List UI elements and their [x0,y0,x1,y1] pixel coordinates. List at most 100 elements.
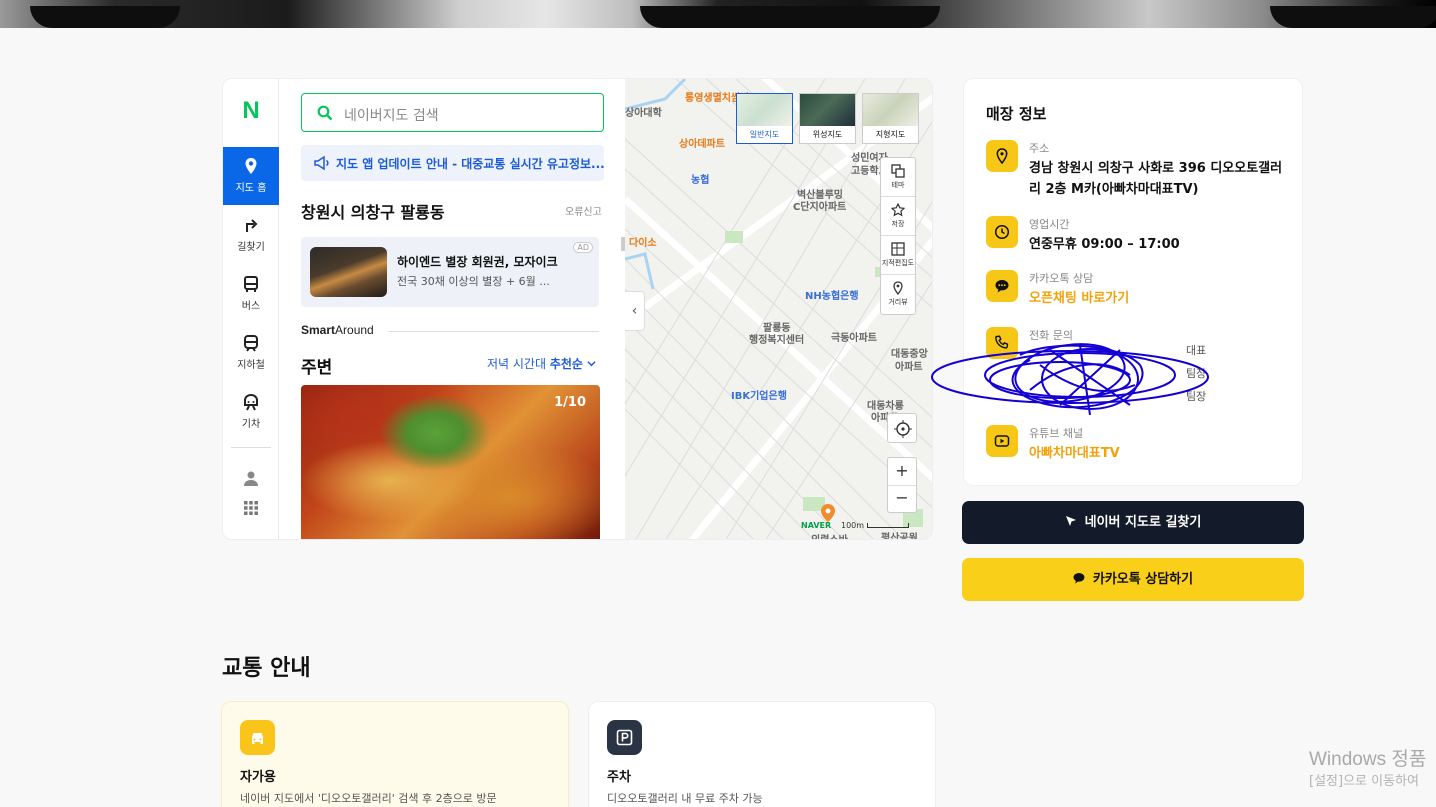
parking-icon-badge [607,720,642,755]
megaphone-icon [314,155,329,171]
user-icon[interactable] [243,470,259,486]
smart-around-bold: Smart [301,323,336,337]
nearby-filter-dropdown[interactable]: 저녁 시간대 추천순 [487,355,596,372]
nearby-photo[interactable]: 1/10 [301,385,600,539]
collapse-panel-button[interactable]: ‹ [625,291,645,331]
report-error-link[interactable]: 오류신고 [565,203,602,218]
area-title: 창원시 의창구 팔룡동 [301,203,445,222]
nav-item-map-home[interactable]: 지도 홈 [223,147,279,205]
phone-line[interactable]: 팀장 [1186,385,1266,408]
street-view-pin-icon [893,281,903,296]
kakao-consult-button[interactable]: 카카오톡 상담하기 [962,558,1304,601]
store-info-card: 매장 정보 주소 경남 창원시 의창구 사화로 396 디오오토갤러리 2층 M… [963,78,1303,486]
update-notice-banner[interactable]: 지도 앱 업데이트 안내 - 대중교통 실시간 유고정보... [301,145,605,181]
zoom-in-button[interactable]: + [888,458,916,486]
map-nav-rail: N 지도 홈 길찾기 버스 지하철 기차 [223,79,279,539]
map-poi-label[interactable]: 농협 [691,171,709,186]
my-location-button[interactable] [887,413,917,443]
map-poi-label[interactable]: NH농협은행 [805,287,859,302]
nav-item-label: 지도 홈 [235,183,267,194]
nav-item-label: 버스 [241,301,261,312]
train-icon [244,394,258,411]
car-image [640,6,940,28]
map-type-normal[interactable]: 일반지도 [736,93,793,144]
map-poi-label[interactable]: C단지아파트 [793,198,846,213]
map-type-satellite[interactable]: 위성지도 [799,93,856,144]
nav-item-bus[interactable]: 버스 [223,265,279,323]
map-type-label: 일반지도 [749,130,780,139]
ad-description: 전국 30채 이상의 별장 + 6월 ... [397,275,550,288]
divider [389,331,599,332]
cadastral-button[interactable]: 지적편집도 [881,236,915,275]
star-icon [890,202,906,217]
map-poi-label[interactable]: 상아데파트 [679,135,725,150]
hours-value: 연중무휴 09:00 – 17:00 [1029,237,1180,252]
smart-around-label: SmartAround [301,323,374,337]
photo-counter: 1/10 [554,395,586,410]
windows-activation-watermark: Windows 정품 [1309,749,1427,770]
location-icon-badge [986,140,1018,172]
map-poi-label[interactable]: 다이소 [629,234,657,249]
map-search-input[interactable]: 네이버지도 검색 [301,93,604,132]
map-poi-label[interactable]: 행정복지센터 [749,331,804,346]
kakao-consult-label: 카카오톡 상담하기 [1092,572,1194,587]
naver-map-route-button[interactable]: 네이버 지도로 길찾기 [962,501,1304,544]
nav-item-directions[interactable]: 길찾기 [223,206,279,264]
map-poi-label[interactable]: 의령소바 [811,531,848,539]
notice-text: 지도 앱 업데이트 안내 - 대중교통 실시간 유고정보... [336,157,605,171]
map-type-terrain[interactable]: 지형지도 [862,93,919,144]
zoom-out-button[interactable]: − [888,486,916,513]
save-button[interactable]: 저장 [881,197,915,236]
ad-thumbnail [310,247,387,297]
youtube-link[interactable]: 아빠차마대표TV [1029,443,1289,464]
play-video-icon [994,435,1010,447]
hours-row: 영업시간 연중무휴 09:00 – 17:00 [986,216,1286,256]
open-chat-link[interactable]: 오픈채팅 바로가기 [1029,288,1289,309]
cadastral-label: 지적편집도 [881,259,915,267]
map-type-thumb [863,94,918,126]
map-tool-group: 테마 저장 지적편집도 거리뷰 [880,157,916,315]
street-view-button[interactable]: 거리뷰 [881,275,915,314]
nearby-title: 주변 [301,358,333,378]
search-placeholder: 네이버지도 검색 [344,108,439,124]
map-type-thumb [737,94,792,126]
theme-button[interactable]: 테마 [881,158,915,197]
clock-icon-badge [986,216,1018,248]
map-poi-label[interactable]: 평산공원 [881,529,918,539]
chat-bubble-icon [995,280,1009,293]
smart-around-rest: Around [335,323,374,337]
windows-activation-subtext: [설정]으로 이동하여 [1309,774,1419,789]
crosshair-icon [894,420,912,438]
chevron-down-icon [587,361,596,367]
address-label: 주소 [1029,142,1050,155]
destination-marker-icon[interactable] [821,504,835,522]
kakao-row: 카카오톡 상담 오픈채팅 바로가기 [986,270,1286,310]
map-scale-text: 100m [841,521,865,530]
top-banner-image [0,0,1436,28]
grid-menu-icon[interactable] [243,500,259,516]
transport-section-title: 교통 안내 [222,656,311,681]
phone-line[interactable]: 팀장 [1186,362,1266,385]
map-poi-label[interactable]: 상아대학 [625,104,662,119]
filter-prefix: 저녁 시간대 [487,357,547,371]
phone-list: 대표 팀장 팀장 [1186,339,1266,408]
nav-item-subway[interactable]: 지하철 [223,324,279,382]
chat-bubble-icon [1073,573,1085,584]
naver-logo[interactable]: N [223,97,279,125]
car-icon [252,733,263,744]
map-poi-label[interactable]: 극동아파트 [831,329,877,344]
map-canvas[interactable]: 통영생멸치쌈밥 상아대학 상아데파트 농협 벽산블루밍 C단지아파트 성민여자 … [625,79,932,539]
location-pin-icon [245,158,257,174]
nav-item-train[interactable]: 기차 [223,383,279,441]
nav-item-label: 기차 [241,419,261,430]
kakao-label: 카카오톡 상담 [1029,272,1094,285]
navigation-arrow-icon [1065,516,1076,526]
subway-icon [244,335,258,352]
parking-icon [616,729,633,746]
map-poi-label[interactable]: 아파트 [895,358,923,373]
map-poi-label[interactable]: IBK기업은행 [731,387,787,402]
nav-divider [231,447,271,448]
ad-card[interactable]: 하이엔드 별장 회원권, 모자이크 전국 30채 이상의 별장 + 6월 ...… [301,237,599,307]
phone-line[interactable]: 대표 [1186,339,1266,362]
video-icon-badge [986,425,1018,457]
